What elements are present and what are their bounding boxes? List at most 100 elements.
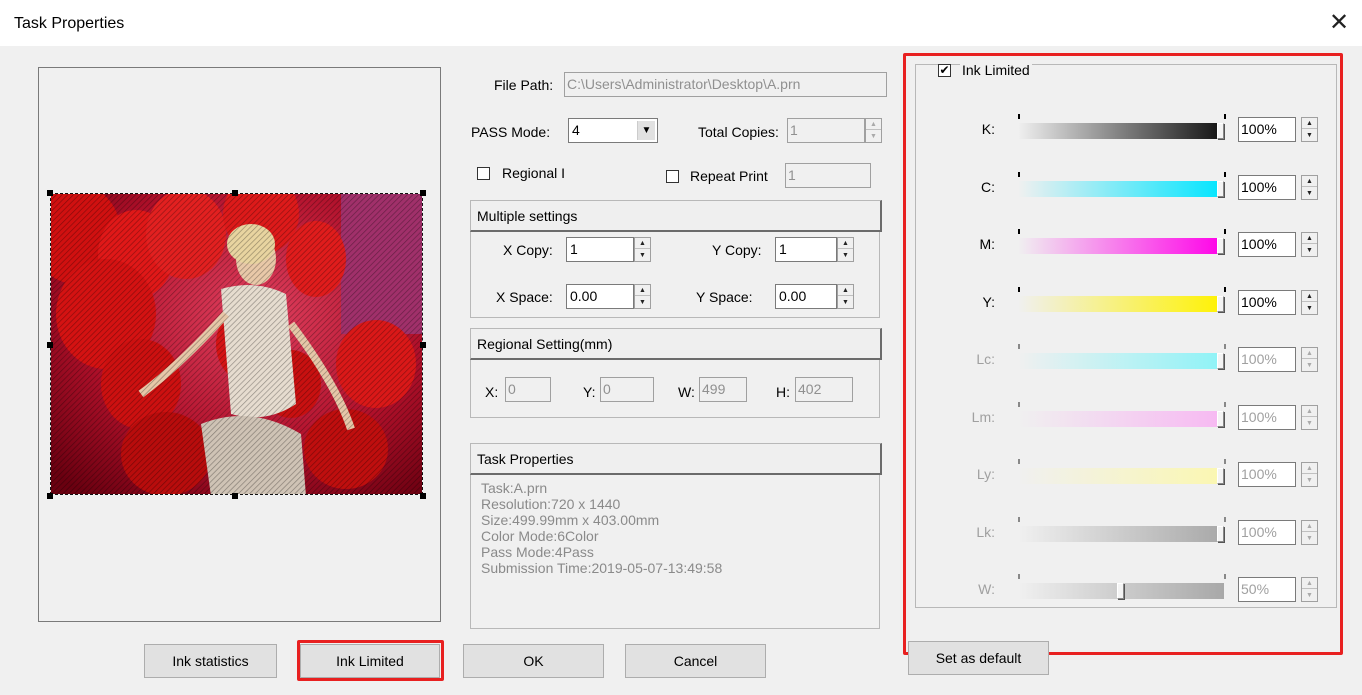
ink-value-field[interactable]: 100% <box>1238 232 1296 257</box>
task-properties-header[interactable]: Task Properties <box>470 443 882 475</box>
ink-slider-thumb[interactable] <box>1217 468 1224 484</box>
stepper-up-icon[interactable]: ▲ <box>635 238 650 249</box>
stepper-down-icon[interactable]: ▼ <box>635 297 650 308</box>
ink-value-stepper[interactable]: ▲ ▼ <box>1301 347 1318 372</box>
ink-value-stepper[interactable]: ▲ ▼ <box>1301 520 1318 545</box>
ink-slider-thumb[interactable] <box>1217 353 1224 369</box>
y-space-input[interactable]: 0.00 <box>775 284 837 309</box>
ink-slider-track[interactable] <box>1018 296 1224 312</box>
stepper-up-icon[interactable]: ▲ <box>1302 118 1317 129</box>
x-copy-input[interactable]: 1 <box>566 237 634 262</box>
resize-handle[interactable] <box>47 190 53 196</box>
ink-slider-track[interactable] <box>1018 238 1224 254</box>
ink-slider-track[interactable] <box>1018 411 1224 427</box>
stepper-down-icon[interactable]: ▼ <box>838 297 853 308</box>
total-copies-stepper[interactable]: ▲ ▼ <box>865 118 882 143</box>
ink-value-stepper[interactable]: ▲ ▼ <box>1301 462 1318 487</box>
stepper-down-icon[interactable]: ▼ <box>838 250 853 261</box>
stepper-down-icon[interactable]: ▼ <box>1302 418 1317 429</box>
stepper-down-icon[interactable]: ▼ <box>1302 360 1317 371</box>
stepper-up-icon[interactable]: ▲ <box>866 119 881 130</box>
x-copy-stepper[interactable]: ▲ ▼ <box>634 237 651 262</box>
stepper-up-icon[interactable]: ▲ <box>1302 348 1317 359</box>
set-as-default-button[interactable]: Set as default <box>908 641 1049 675</box>
stepper-up-icon[interactable]: ▲ <box>1302 578 1317 589</box>
ink-value-field[interactable]: 100% <box>1238 405 1296 430</box>
resize-handle[interactable] <box>420 190 426 196</box>
ink-slider-thumb[interactable] <box>1217 238 1224 254</box>
y-copy-stepper[interactable]: ▲ ▼ <box>837 237 854 262</box>
regional-setting-header[interactable]: Regional Setting(mm) <box>470 328 882 360</box>
ink-slider-track[interactable] <box>1018 526 1224 542</box>
ink-slider-thumb[interactable] <box>1217 123 1224 139</box>
ink-slider-track[interactable] <box>1018 353 1224 369</box>
total-copies-field[interactable]: 1 <box>787 118 865 143</box>
multiple-settings-header[interactable]: Multiple settings <box>470 200 882 232</box>
stepper-up-icon[interactable]: ▲ <box>838 238 853 249</box>
ink-value-stepper[interactable]: ▲ ▼ <box>1301 232 1318 257</box>
ink-slider-track[interactable] <box>1018 468 1224 484</box>
ink-value-stepper[interactable]: ▲ ▼ <box>1301 577 1318 602</box>
ink-value-stepper[interactable]: ▲ ▼ <box>1301 405 1318 430</box>
stepper-up-icon[interactable]: ▲ <box>1302 463 1317 474</box>
resize-handle[interactable] <box>232 493 238 499</box>
ink-statistics-button[interactable]: Ink statistics <box>144 644 277 678</box>
ink-slider-thumb[interactable] <box>1217 526 1224 542</box>
region-w-field[interactable]: 499 <box>699 377 747 402</box>
resize-handle[interactable] <box>47 493 53 499</box>
region-x-field[interactable]: 0 <box>505 377 551 402</box>
ink-value-field[interactable]: 100% <box>1238 462 1296 487</box>
stepper-down-icon[interactable]: ▼ <box>1302 533 1317 544</box>
region-h-field[interactable]: 402 <box>795 377 853 402</box>
x-space-stepper[interactable]: ▲ ▼ <box>634 284 651 309</box>
ink-value-field[interactable]: 100% <box>1238 290 1296 315</box>
stepper-down-icon[interactable]: ▼ <box>1302 188 1317 199</box>
stepper-up-icon[interactable]: ▲ <box>635 285 650 296</box>
ink-value-field[interactable]: 100% <box>1238 117 1296 142</box>
pass-mode-select[interactable]: 4 ▼ <box>568 118 658 143</box>
ink-slider-thumb[interactable] <box>1217 296 1224 312</box>
ink-slider-thumb[interactable] <box>1217 181 1224 197</box>
repeat-print-field[interactable]: 1 <box>785 163 871 188</box>
resize-handle[interactable] <box>420 493 426 499</box>
file-path-field[interactable]: C:\Users\Administrator\Desktop\A.prn <box>564 72 887 97</box>
stepper-down-icon[interactable]: ▼ <box>1302 475 1317 486</box>
ink-value-field[interactable]: 100% <box>1238 520 1296 545</box>
ink-value-stepper[interactable]: ▲ ▼ <box>1301 290 1318 315</box>
ink-value-field[interactable]: 100% <box>1238 347 1296 372</box>
ink-slider-track[interactable] <box>1018 123 1224 139</box>
stepper-up-icon[interactable]: ▲ <box>1302 176 1317 187</box>
stepper-down-icon[interactable]: ▼ <box>1302 245 1317 256</box>
stepper-down-icon[interactable]: ▼ <box>1302 590 1317 601</box>
stepper-down-icon[interactable]: ▼ <box>1302 130 1317 141</box>
resize-handle[interactable] <box>232 190 238 196</box>
regional-checkbox[interactable] <box>477 167 490 180</box>
ink-value-stepper[interactable]: ▲ ▼ <box>1301 117 1318 142</box>
ink-limited-button[interactable]: Ink Limited <box>300 644 440 678</box>
ink-limited-checkbox[interactable]: ✔ <box>938 64 951 77</box>
ink-value-field[interactable]: 50% <box>1238 577 1296 602</box>
resize-handle[interactable] <box>420 342 426 348</box>
x-space-input[interactable]: 0.00 <box>566 284 634 309</box>
preview-image[interactable] <box>50 193 423 495</box>
ink-value-field[interactable]: 100% <box>1238 175 1296 200</box>
ok-button[interactable]: OK <box>463 644 604 678</box>
region-y-field[interactable]: 0 <box>600 377 654 402</box>
stepper-up-icon[interactable]: ▲ <box>1302 406 1317 417</box>
ink-slider-track[interactable] <box>1018 181 1224 197</box>
stepper-down-icon[interactable]: ▼ <box>1302 303 1317 314</box>
repeat-print-checkbox[interactable] <box>666 170 679 183</box>
ink-slider-thumb[interactable] <box>1117 583 1124 599</box>
resize-handle[interactable] <box>47 342 53 348</box>
ink-slider-thumb[interactable] <box>1217 411 1224 427</box>
y-copy-input[interactable]: 1 <box>775 237 837 262</box>
cancel-button[interactable]: Cancel <box>625 644 766 678</box>
ink-value-stepper[interactable]: ▲ ▼ <box>1301 175 1318 200</box>
close-icon[interactable]: ✕ <box>1324 8 1354 38</box>
chevron-down-icon[interactable]: ▼ <box>637 121 655 140</box>
y-space-stepper[interactable]: ▲ ▼ <box>837 284 854 309</box>
stepper-up-icon[interactable]: ▲ <box>1302 233 1317 244</box>
stepper-up-icon[interactable]: ▲ <box>1302 521 1317 532</box>
stepper-down-icon[interactable]: ▼ <box>866 131 881 142</box>
stepper-up-icon[interactable]: ▲ <box>1302 291 1317 302</box>
